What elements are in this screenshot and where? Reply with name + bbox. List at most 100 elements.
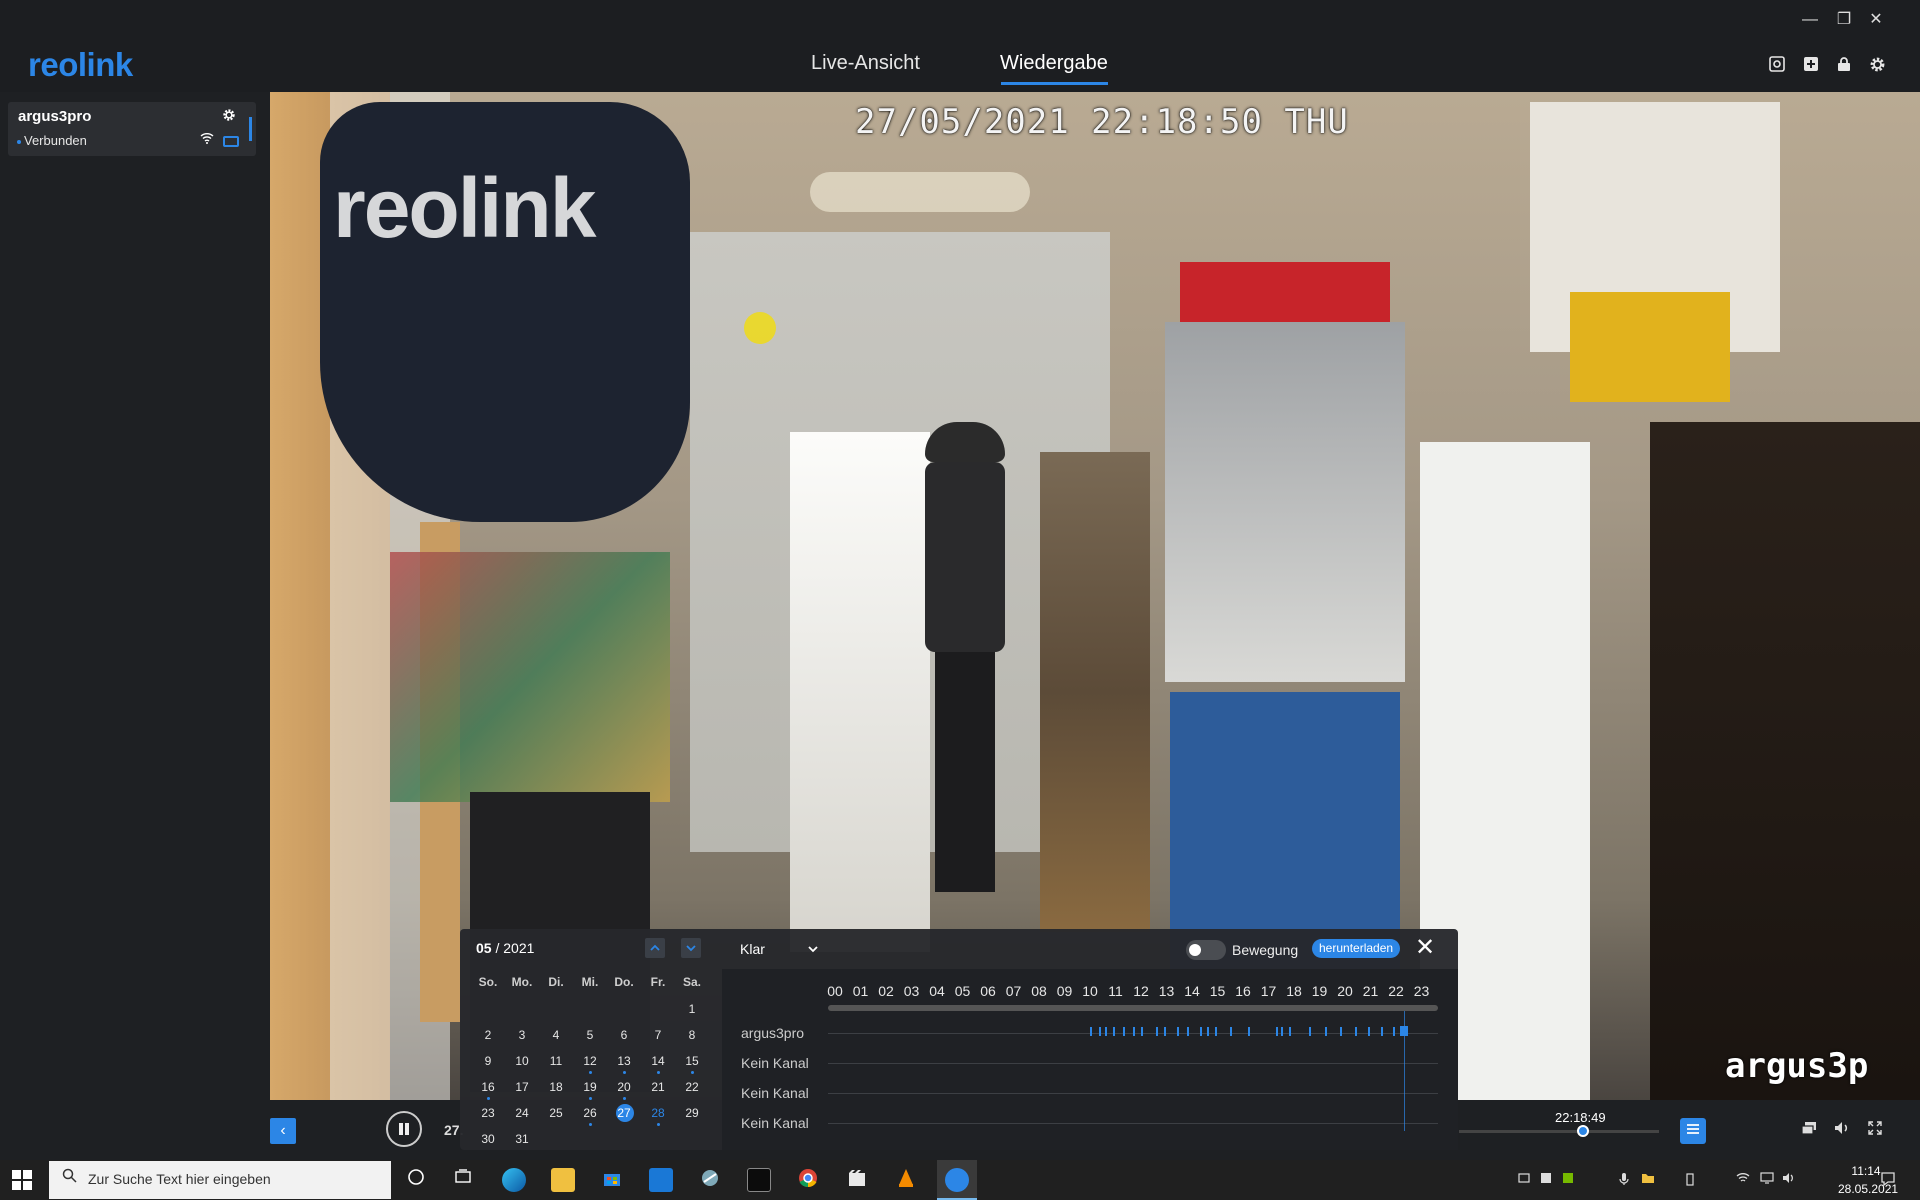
camera-settings-icon[interactable] <box>222 108 236 126</box>
mail-icon[interactable] <box>649 1168 673 1192</box>
recording-tick[interactable] <box>1393 1027 1396 1036</box>
recording-tick[interactable] <box>1309 1027 1312 1036</box>
recording-tick[interactable] <box>1230 1027 1233 1036</box>
recording-tick[interactable] <box>1098 1027 1101 1036</box>
recording-tick[interactable] <box>1248 1027 1251 1036</box>
cortana-icon[interactable] <box>404 1168 428 1192</box>
calendar-day[interactable]: 1 <box>677 998 707 1020</box>
calendar-day[interactable]: 26 <box>575 1102 605 1124</box>
recording-tick[interactable] <box>1105 1027 1108 1036</box>
minimize-button[interactable]: — <box>1798 10 1822 30</box>
tray-battery-icon[interactable] <box>1686 1172 1694 1189</box>
download-button[interactable]: herunterladen <box>1312 939 1401 958</box>
task-view-icon[interactable] <box>451 1168 475 1192</box>
calendar-day[interactable]: 19 <box>575 1076 605 1098</box>
recording-tick[interactable] <box>1133 1027 1136 1036</box>
calendar-day[interactable]: 12 <box>575 1050 605 1072</box>
calendar-day[interactable]: 16 <box>473 1076 503 1098</box>
recording-tick[interactable] <box>1288 1027 1291 1036</box>
scrub-track[interactable] <box>1459 1130 1659 1133</box>
vlc-icon[interactable] <box>894 1168 918 1192</box>
calendar-day[interactable]: 13 <box>609 1050 639 1072</box>
tray-microphone-icon[interactable] <box>1619 1172 1629 1189</box>
calendar-day[interactable]: 6 <box>609 1024 639 1046</box>
calendar-day[interactable]: 15 <box>677 1050 707 1072</box>
tab-live-view[interactable]: Live-Ansicht <box>811 52 920 75</box>
recording-tick[interactable] <box>1163 1027 1166 1036</box>
close-panel-button[interactable]: ✕ <box>1415 936 1435 960</box>
recording-tick[interactable] <box>1112 1027 1115 1036</box>
recording-tick[interactable] <box>1176 1027 1179 1036</box>
notification-icon[interactable] <box>1880 1171 1896 1190</box>
multi-window-icon[interactable] <box>1798 1120 1820 1142</box>
recording-tick[interactable] <box>1207 1027 1210 1036</box>
calendar-day[interactable]: 11 <box>541 1050 571 1072</box>
recording-tick[interactable] <box>1090 1027 1092 1036</box>
calendar-day[interactable]: 3 <box>507 1024 537 1046</box>
recording-tick[interactable] <box>1186 1027 1189 1036</box>
pause-button[interactable] <box>386 1111 422 1147</box>
collapse-panel-button[interactable]: ‹ <box>270 1118 296 1144</box>
recording-tick[interactable] <box>1214 1027 1217 1036</box>
recording-tick[interactable] <box>1281 1027 1284 1036</box>
volume-icon[interactable] <box>1831 1120 1853 1142</box>
tray-camera-icon[interactable] <box>1518 1172 1530 1187</box>
file-explorer-icon[interactable] <box>551 1168 575 1192</box>
calendar-day[interactable]: 28 <box>643 1102 673 1124</box>
recording-tick[interactable] <box>1276 1027 1279 1036</box>
recording-tick[interactable] <box>1339 1027 1342 1036</box>
windows-start-icon[interactable] <box>12 1170 32 1190</box>
restore-button[interactable]: ❐ <box>1832 10 1856 30</box>
calendar-day[interactable]: 21 <box>643 1076 673 1098</box>
tray-app-icon[interactable] <box>1540 1172 1552 1187</box>
store-icon[interactable] <box>600 1168 624 1192</box>
gear-icon[interactable] <box>1867 56 1887 76</box>
edge-icon[interactable] <box>502 1168 526 1192</box>
calendar-day[interactable]: 22 <box>677 1076 707 1098</box>
close-window-button[interactable]: ✕ <box>1864 10 1888 30</box>
scrub-handle[interactable] <box>1577 1125 1589 1137</box>
next-month-button[interactable] <box>681 938 701 958</box>
calendar-day[interactable]: 8 <box>677 1024 707 1046</box>
calendar-day[interactable]: 5 <box>575 1024 605 1046</box>
recording-tick[interactable] <box>1141 1027 1143 1036</box>
calendar-day[interactable]: 29 <box>677 1102 707 1124</box>
terminal-icon[interactable] <box>747 1168 771 1192</box>
recording-tick[interactable] <box>1199 1027 1202 1036</box>
calendar-day[interactable]: 24 <box>507 1102 537 1124</box>
calendar-day[interactable]: 23 <box>473 1102 503 1124</box>
video-editor-icon[interactable] <box>845 1168 869 1192</box>
calendar-day[interactable]: 7 <box>643 1024 673 1046</box>
calendar-day[interactable]: 4 <box>541 1024 571 1046</box>
satellite-app-icon[interactable] <box>698 1168 722 1192</box>
calendar-day[interactable]: 25 <box>541 1102 571 1124</box>
calendar-day[interactable]: 10 <box>507 1050 537 1072</box>
calendar-day[interactable]: 9 <box>473 1050 503 1072</box>
chrome-icon[interactable] <box>796 1168 820 1192</box>
recording-tick[interactable] <box>1380 1027 1383 1036</box>
screenshot-icon[interactable] <box>1767 56 1787 76</box>
recording-tick[interactable] <box>1324 1027 1327 1036</box>
recording-tick[interactable] <box>1367 1027 1370 1036</box>
calendar-day[interactable]: 17 <box>507 1076 537 1098</box>
previous-month-button[interactable] <box>645 938 665 958</box>
recording-tick[interactable] <box>1355 1027 1358 1036</box>
calendar-day[interactable]: 31 <box>507 1128 537 1150</box>
tray-network-icon[interactable] <box>1736 1172 1750 1187</box>
recording-tick[interactable] <box>1156 1027 1159 1036</box>
tray-volume-icon[interactable] <box>1782 1172 1796 1187</box>
hour-track[interactable] <box>828 1005 1438 1011</box>
list-view-button[interactable] <box>1680 1118 1706 1144</box>
channel-track[interactable] <box>828 1093 1438 1094</box>
add-icon[interactable] <box>1801 56 1821 76</box>
calendar-day[interactable]: 2 <box>473 1024 503 1046</box>
channel-track[interactable] <box>828 1063 1438 1064</box>
tab-playback[interactable]: Wiedergabe <box>1000 52 1108 75</box>
tray-gpu-icon[interactable] <box>1562 1172 1574 1187</box>
fullscreen-icon[interactable] <box>1864 1120 1886 1142</box>
calendar-day[interactable]: 18 <box>541 1076 571 1098</box>
lock-icon[interactable] <box>1834 56 1854 76</box>
calendar-day[interactable]: 27 <box>609 1102 639 1124</box>
tray-display-icon[interactable] <box>1760 1172 1774 1187</box>
tray-folder-icon[interactable] <box>1641 1172 1655 1187</box>
